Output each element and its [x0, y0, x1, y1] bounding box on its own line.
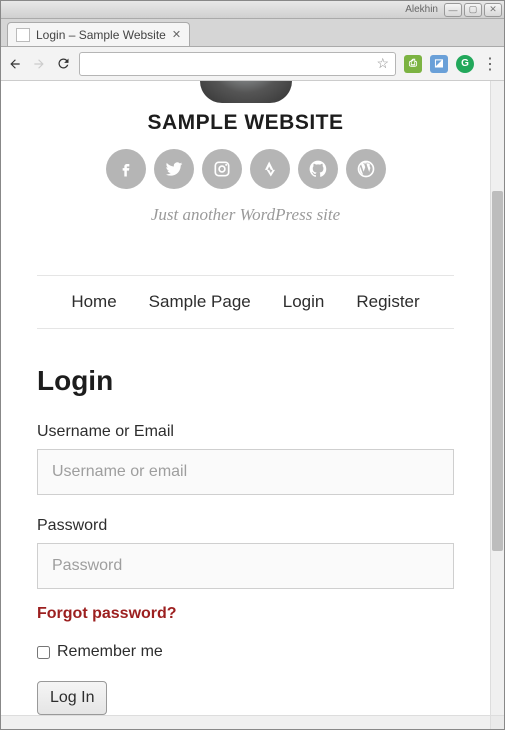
username-label: Username or Email	[37, 423, 454, 441]
remember-me-row[interactable]: Remember me	[37, 643, 454, 661]
os-window-title: Alekhin	[3, 4, 442, 15]
window-maximize-button[interactable]: ▢	[464, 3, 482, 17]
reload-icon	[56, 56, 71, 71]
reload-button[interactable]	[55, 56, 71, 72]
vertical-scrollbar-thumb[interactable]	[492, 191, 503, 551]
instagram-icon[interactable]	[202, 149, 242, 189]
bookmark-star-icon[interactable]: ☆	[376, 55, 389, 72]
wordpress-icon[interactable]	[346, 149, 386, 189]
scrollbar-corner	[490, 715, 504, 729]
nav-login[interactable]: Login	[283, 292, 325, 312]
remember-me-label: Remember me	[57, 643, 163, 661]
extension-icon-3[interactable]: G	[456, 55, 474, 73]
nav-sample-page[interactable]: Sample Page	[149, 292, 251, 312]
page-content: SAMPLE WEBSITE Just another WordPress si…	[1, 81, 490, 715]
extension-icon-1[interactable]: ⎙	[404, 55, 422, 73]
address-bar[interactable]: ☆	[79, 52, 396, 76]
browser-tab[interactable]: Login – Sample Website ✕	[7, 22, 190, 46]
window-close-button[interactable]: ✕	[484, 3, 502, 17]
forward-button[interactable]	[31, 56, 47, 72]
os-titlebar: Alekhin — ▢ ✕	[1, 1, 504, 19]
username-input[interactable]	[37, 449, 454, 495]
horizontal-scrollbar-track[interactable]	[1, 715, 490, 729]
browser-toolbar: ☆ ⎙ ◪ G ⋮	[1, 47, 504, 81]
forgot-password-link[interactable]: Forgot password?	[37, 605, 454, 623]
github-icon[interactable]	[298, 149, 338, 189]
vertical-scrollbar-track[interactable]	[490, 81, 504, 715]
strava-icon[interactable]	[250, 149, 290, 189]
site-tagline: Just another WordPress site	[37, 205, 454, 225]
extension-icon-2[interactable]: ◪	[430, 55, 448, 73]
site-logo	[200, 81, 292, 103]
facebook-icon[interactable]	[106, 149, 146, 189]
app-window: Alekhin — ▢ ✕ Login – Sample Website ✕ ☆…	[0, 0, 505, 730]
login-button[interactable]: Log In	[37, 681, 107, 715]
nav-home[interactable]: Home	[71, 292, 116, 312]
page-icon	[16, 28, 30, 42]
arrow-right-icon	[32, 57, 46, 71]
login-form: Username or Email Password Forgot passwo…	[37, 423, 454, 715]
arrow-left-icon	[8, 57, 22, 71]
tab-title: Login – Sample Website	[36, 28, 166, 42]
social-icons-row	[37, 149, 454, 189]
twitter-icon[interactable]	[154, 149, 194, 189]
remember-me-checkbox[interactable]	[37, 646, 50, 659]
site-title: SAMPLE WEBSITE	[37, 111, 454, 135]
password-input[interactable]	[37, 543, 454, 589]
back-button[interactable]	[7, 56, 23, 72]
nav-register[interactable]: Register	[356, 292, 419, 312]
tab-close-icon[interactable]: ✕	[172, 28, 181, 41]
browser-tab-strip: Login – Sample Website ✕	[1, 19, 504, 47]
page-viewport: SAMPLE WEBSITE Just another WordPress si…	[1, 81, 504, 729]
window-minimize-button[interactable]: —	[444, 3, 462, 17]
primary-nav: Home Sample Page Login Register	[37, 275, 454, 329]
address-input[interactable]	[86, 54, 376, 74]
password-label: Password	[37, 517, 454, 535]
browser-menu-button[interactable]: ⋮	[482, 54, 498, 74]
page-title: Login	[37, 365, 454, 397]
